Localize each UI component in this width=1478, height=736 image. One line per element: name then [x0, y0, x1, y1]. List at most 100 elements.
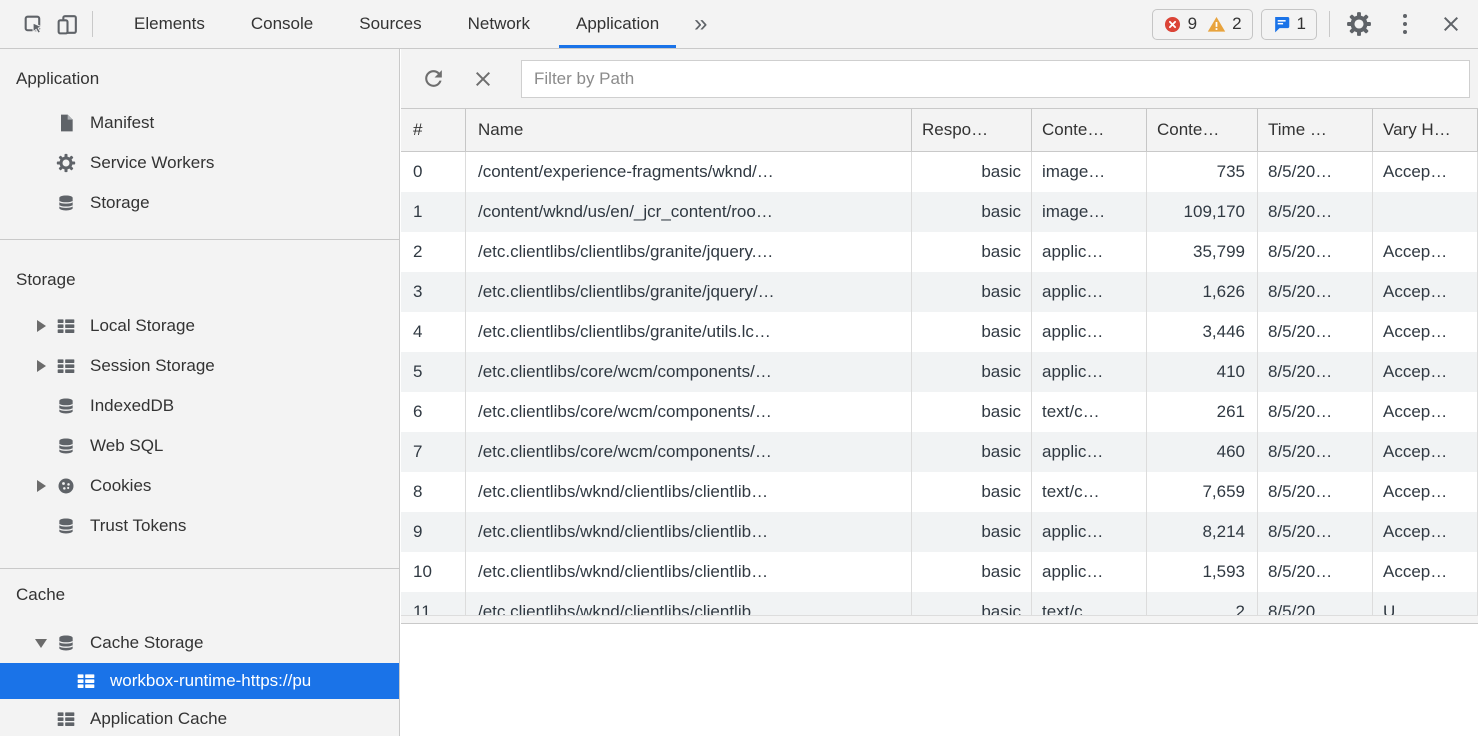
tab-network[interactable]: Network [445, 0, 553, 48]
column-header-time-cached[interactable]: Time … [1258, 109, 1373, 151]
sidebar-section-cache: Cache Cache Storage workbox-runtime- [0, 569, 399, 736]
table-row[interactable]: 7 /etc.clientlibs/core/wcm/components/… … [401, 432, 1478, 472]
sidebar-item-label: Local Storage [90, 316, 195, 336]
sidebar-item-cookies[interactable]: Cookies [0, 466, 399, 506]
toolbar-divider [1329, 11, 1330, 37]
collapse-arrow-icon[interactable] [35, 639, 47, 648]
sidebar-item-session-storage[interactable]: Session Storage [0, 346, 399, 386]
cell-response-type: basic [912, 312, 1032, 352]
table-row[interactable]: 4 /etc.clientlibs/clientlibs/granite/uti… [401, 312, 1478, 352]
close-devtools-icon[interactable] [1434, 7, 1468, 41]
issues-badge[interactable]: 1 [1261, 9, 1317, 40]
more-tabs-chevron[interactable]: » [682, 0, 719, 48]
errors-warnings-badge[interactable]: 9 2 [1152, 9, 1253, 40]
table-row[interactable]: 0 /content/experience-fragments/wknd/… b… [401, 152, 1478, 192]
section-title-storage: Storage [16, 270, 399, 290]
database-icon [56, 193, 76, 213]
sidebar-item-web-sql[interactable]: Web SQL [0, 426, 399, 466]
table-row[interactable]: 11 /etc.clientlibs/wknd/clientlibs/clien… [401, 592, 1478, 615]
expand-arrow-icon[interactable] [37, 480, 46, 492]
column-header-vary-header[interactable]: Vary H… [1373, 109, 1478, 151]
expand-arrow-icon[interactable] [37, 360, 46, 372]
cell-content-length: 1,626 [1147, 272, 1258, 312]
cell-name: /etc.clientlibs/clientlibs/granite/jquer… [466, 272, 912, 312]
cell-content-length: 735 [1147, 152, 1258, 192]
sidebar-item-service-workers[interactable]: Service Workers [0, 143, 399, 183]
sidebar-item-application-cache[interactable]: Application Cache [0, 699, 399, 736]
cell-response-type: basic [912, 192, 1032, 232]
sidebar-item-trust-tokens[interactable]: Trust Tokens [0, 506, 399, 546]
cell-time-cached: 8/5/20… [1258, 232, 1373, 272]
cell-response-type: basic [912, 552, 1032, 592]
expand-arrow-icon[interactable] [37, 320, 46, 332]
sidebar-item-cache-storage[interactable]: Cache Storage [0, 623, 399, 663]
more-options-icon[interactable] [1388, 7, 1422, 41]
cell-vary-header: Accep… [1373, 472, 1478, 512]
error-count: 9 [1188, 14, 1197, 34]
cell-content-length: 8,214 [1147, 512, 1258, 552]
cell-name: /content/experience-fragments/wknd/… [466, 152, 912, 192]
cell-response-type: basic [912, 472, 1032, 512]
cell-name: /etc.clientlibs/core/wcm/components/… [466, 392, 912, 432]
column-header-index[interactable]: # [401, 109, 466, 151]
table-row[interactable]: 5 /etc.clientlibs/core/wcm/components/… … [401, 352, 1478, 392]
table-row[interactable]: 6 /etc.clientlibs/core/wcm/components/… … [401, 392, 1478, 432]
table-row[interactable]: 8 /etc.clientlibs/wknd/clientlibs/client… [401, 472, 1478, 512]
sidebar-item-storage[interactable]: Storage [0, 183, 399, 223]
table-row[interactable]: 10 /etc.clientlibs/wknd/clientlibs/clien… [401, 552, 1478, 592]
cell-content-type: applic… [1032, 512, 1147, 552]
filter-by-path-input[interactable] [521, 60, 1470, 98]
cell-name: /etc.clientlibs/wknd/clientlibs/clientli… [466, 512, 912, 552]
table-icon [56, 709, 76, 729]
devtools-toolbar: Elements Console Sources Network Applica… [0, 0, 1478, 49]
horizontal-scrollbar[interactable] [401, 615, 1478, 623]
cell-index: 1 [401, 192, 466, 232]
sidebar-item-indexeddb[interactable]: IndexedDB [0, 386, 399, 426]
refresh-icon[interactable] [415, 61, 451, 97]
cell-content-type: text/c… [1032, 392, 1147, 432]
column-header-name[interactable]: Name [466, 109, 912, 151]
cell-name: /etc.clientlibs/core/wcm/components/… [466, 352, 912, 392]
settings-gear-icon[interactable] [1342, 7, 1376, 41]
database-icon [56, 436, 76, 456]
table-row[interactable]: 3 /etc.clientlibs/clientlibs/granite/jqu… [401, 272, 1478, 312]
table-row[interactable]: 1 /content/wknd/us/en/_jcr_content/roo… … [401, 192, 1478, 232]
table-row[interactable]: 2 /etc.clientlibs/clientlibs/granite/jqu… [401, 232, 1478, 272]
delete-selected-icon[interactable] [465, 61, 501, 97]
tab-elements[interactable]: Elements [111, 0, 228, 48]
cell-name: /etc.clientlibs/clientlibs/granite/jquer… [466, 232, 912, 272]
cell-index: 3 [401, 272, 466, 312]
tab-sources[interactable]: Sources [336, 0, 444, 48]
table-row[interactable]: 9 /etc.clientlibs/wknd/clientlibs/client… [401, 512, 1478, 552]
column-header-response-type[interactable]: Respo… [912, 109, 1032, 151]
cell-vary-header: Accep… [1373, 512, 1478, 552]
cell-content-length: 261 [1147, 392, 1258, 432]
sidebar-item-workbox-cache[interactable]: workbox-runtime-https://pu [0, 663, 399, 699]
inspect-element-icon[interactable] [16, 7, 50, 41]
cell-response-type: basic [912, 352, 1032, 392]
sidebar-item-local-storage[interactable]: Local Storage [0, 306, 399, 346]
cell-index: 5 [401, 352, 466, 392]
sidebar-item-label: Web SQL [90, 436, 163, 456]
section-title-application: Application [16, 69, 399, 89]
cell-response-type: basic [912, 592, 1032, 615]
column-header-content-type[interactable]: Conte… [1032, 109, 1147, 151]
cell-index: 10 [401, 552, 466, 592]
cell-content-type: text/c… [1032, 592, 1147, 615]
cell-time-cached: 8/5/20… [1258, 272, 1373, 312]
cell-content-length: 7,659 [1147, 472, 1258, 512]
cell-content-type: applic… [1032, 312, 1147, 352]
cell-content-length: 35,799 [1147, 232, 1258, 272]
tab-console[interactable]: Console [228, 0, 336, 48]
sidebar-item-manifest[interactable]: Manifest [0, 103, 399, 143]
tab-application[interactable]: Application [553, 0, 682, 48]
device-toolbar-icon[interactable] [50, 7, 84, 41]
column-header-content-length[interactable]: Conte… [1147, 109, 1258, 151]
sidebar-item-label: Service Workers [90, 153, 214, 173]
cookie-icon [56, 476, 76, 496]
cell-content-length: 460 [1147, 432, 1258, 472]
sidebar-item-label: Manifest [90, 113, 154, 133]
cell-time-cached: 8/5/20… [1258, 352, 1373, 392]
cell-time-cached: 8/5/20… [1258, 592, 1373, 615]
cell-time-cached: 8/5/20… [1258, 392, 1373, 432]
